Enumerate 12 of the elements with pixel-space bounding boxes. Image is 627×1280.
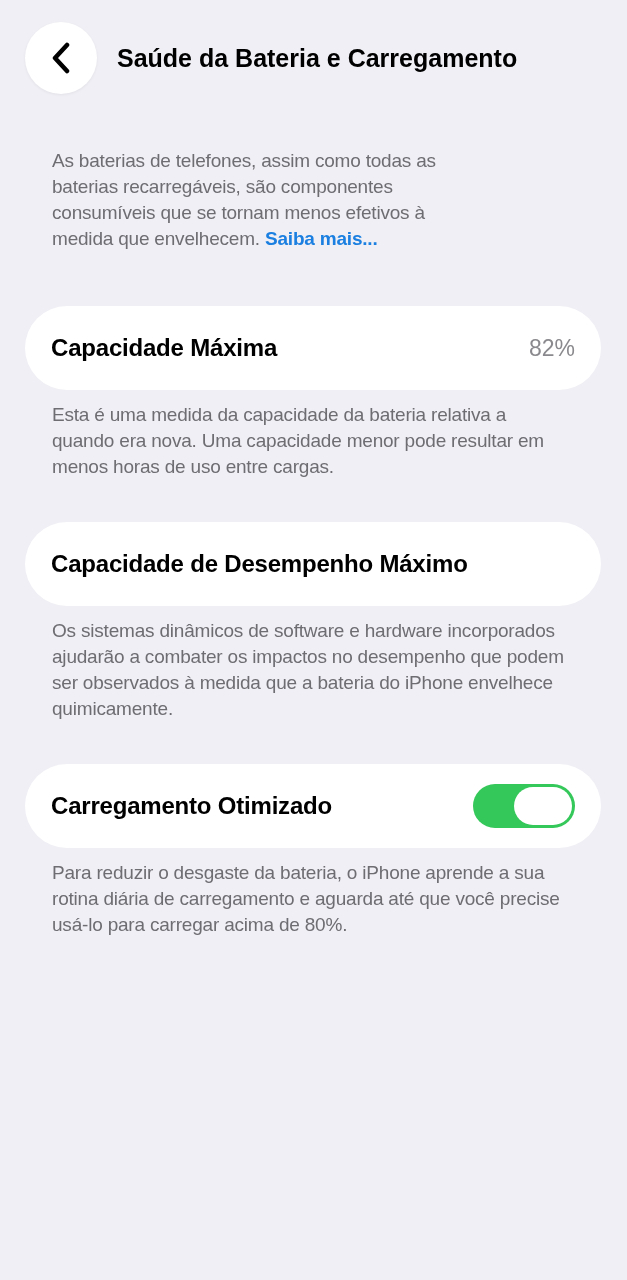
row-label: Carregamento Otimizado (51, 791, 332, 821)
footnote-text: Esta é uma medida da capacidade da bateria relativa a quando era nova. Uma capacidade menor pode resultar em menos horas de uso entre cargas. (51, 403, 545, 479)
row-value: 82% (528, 333, 575, 363)
row-label: Capacidade de Desempenho Máximo (51, 549, 468, 579)
page-title: Saúde da Bateria e Carregamento (117, 43, 518, 73)
learn-more-link[interactable]: Saiba mais... (265, 228, 378, 249)
intro-text: As baterias de telefones, assim como todas as baterias recarregáveis, são componentes consumíveis que se tornam menos efetivos à medida que envelhecem. Saiba mais... (51, 149, 437, 251)
footnote-text: Os sistemas dinâmicos de software e hardware incorporados ajudarão a combater os impactos no desempenho que podem ser observados à medida que a bateria do iPhone envelhece quimicamente. (51, 619, 565, 721)
footnote-text: Para reduzir o desgaste da bateria, o iPhone aprende a sua rotina diária de carregamento e aguarda até que você precise usá-lo para carregar acima de 80%. (51, 861, 561, 937)
row-label: Capacidade Máxima (51, 333, 278, 363)
toggle-switch[interactable] (473, 784, 575, 828)
chevron-left-icon (51, 42, 71, 74)
